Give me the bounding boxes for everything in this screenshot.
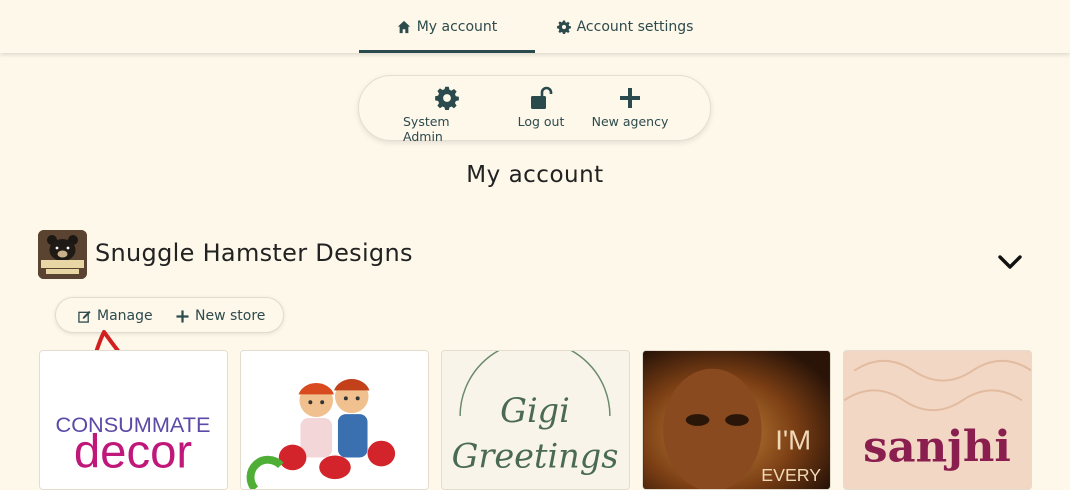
store-logo-text: decor [74, 425, 192, 478]
store-card[interactable] [240, 350, 429, 490]
log-out-label: Log out [517, 114, 565, 129]
tab-label: Account settings [576, 18, 694, 35]
store-card[interactable]: I'M EVERY [642, 350, 831, 490]
system-admin-button[interactable]: System Admin [403, 86, 491, 144]
tab-account-settings[interactable]: Account settings [545, 0, 705, 53]
store-logo [241, 351, 428, 489]
tab-my-account[interactable]: My account [359, 0, 535, 53]
log-out-button[interactable]: Log out [511, 86, 571, 129]
store-logo: sanjhi [844, 351, 1031, 489]
store-logo-text: EVERY [761, 465, 821, 485]
plus-icon [620, 88, 640, 108]
new-store-button[interactable]: New store [176, 298, 265, 334]
store-logo-text: sanjhi [863, 421, 1011, 472]
page-title: My account [466, 162, 604, 188]
agency-logo [38, 230, 87, 279]
home-icon [397, 20, 410, 33]
store-card[interactable]: CONSUMMATE decor [39, 350, 228, 490]
store-logo-text: Greetings [452, 436, 619, 475]
agency-name: Snuggle Hamster Designs [95, 239, 413, 267]
store-logo: I'M EVERY [643, 351, 830, 489]
unlock-icon [531, 86, 553, 109]
tab-label: My account [416, 18, 498, 35]
store-logo: Gigi Greetings [442, 351, 629, 489]
store-logo-text: I'M [775, 425, 811, 456]
new-agency-label: New agency [591, 114, 669, 129]
chevron-down-icon[interactable] [996, 250, 1024, 274]
account-actions: System Admin Log out New agency [358, 75, 711, 144]
store-logo: CONSUMMATE decor [40, 351, 227, 489]
gear-icon [556, 19, 571, 34]
new-store-label: New store [195, 308, 266, 324]
edit-icon [78, 310, 91, 323]
store-card[interactable]: Gigi Greetings [441, 350, 630, 490]
new-agency-button[interactable]: New agency [589, 86, 671, 129]
gear-icon [435, 86, 459, 110]
store-card[interactable]: sanjhi [843, 350, 1032, 490]
plus-icon [176, 309, 189, 323]
system-admin-label: System Admin [403, 114, 450, 144]
store-logo-text: Gigi [500, 391, 570, 430]
top-nav: My account Account settings [0, 0, 1070, 53]
